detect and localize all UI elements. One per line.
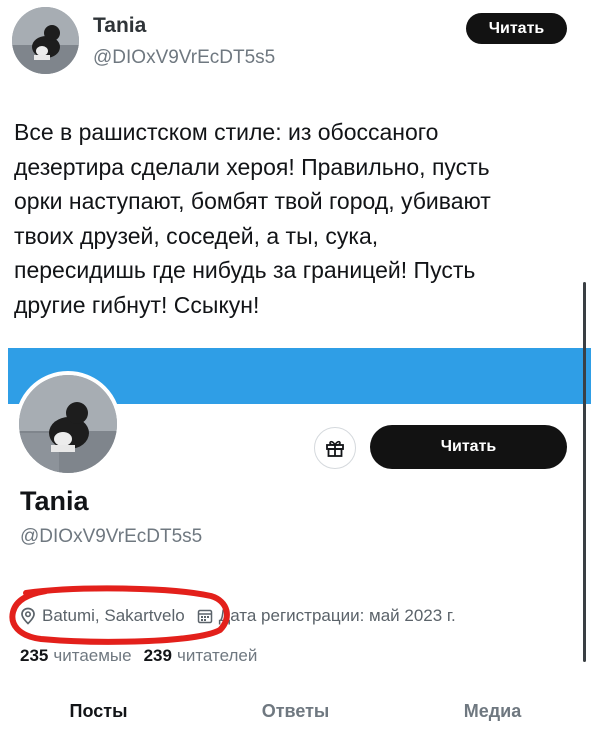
tweet-text: Все в рашистском стиле: из обоссаного де… xyxy=(14,119,491,318)
profile-card: Читать Tania @DIOxV9VrEcDT5s5 Batumi, Sa… xyxy=(0,348,591,735)
tab-replies[interactable]: Ответы xyxy=(197,690,394,732)
scrollbar[interactable] xyxy=(583,282,586,662)
join-date-text: Дата регистрации: май 2023 г. xyxy=(218,606,456,625)
location-text: Batumi, Sakartvelo xyxy=(42,606,185,625)
profile-avatar[interactable] xyxy=(15,371,121,477)
profile-name: Tania xyxy=(20,486,89,516)
tweet-avatar[interactable] xyxy=(12,7,79,74)
following-stat[interactable]: 235 читаемые xyxy=(20,646,132,666)
tab-media[interactable]: Медиа xyxy=(394,690,591,732)
followers-count: 239 xyxy=(143,646,172,665)
profile-meta: Batumi, Sakartvelo Дата регистрации: май… xyxy=(20,604,456,628)
tweet-follow-button[interactable]: Читать xyxy=(466,13,567,44)
followers-label: читателей xyxy=(176,646,258,665)
gift-icon xyxy=(326,440,344,457)
profile-follow-button[interactable]: Читать xyxy=(370,425,567,469)
calendar-icon xyxy=(197,609,212,624)
followers-stat[interactable]: 239 читателей xyxy=(144,646,258,666)
tweet-author-name[interactable]: Tania xyxy=(93,14,146,38)
location-pin-icon xyxy=(21,607,35,625)
profile-join-date: Дата регистрации: май 2023 г. xyxy=(197,606,456,626)
profile-stats: 235 читаемые 239 читателей xyxy=(20,646,257,666)
profile-handle: @DIOxV9VrEcDT5s5 xyxy=(20,526,203,547)
tweet: Tania @DIOxV9VrEcDT5s5 Читать Все в раши… xyxy=(0,0,591,345)
profile-location: Batumi, Sakartvelo xyxy=(20,606,185,626)
avatar-photo xyxy=(19,375,117,473)
profile-tabs: Посты Ответы Медиа xyxy=(0,690,591,732)
following-count: 235 xyxy=(20,646,49,665)
avatar-photo xyxy=(12,7,79,74)
following-label: читаемые xyxy=(53,646,132,665)
tweet-author-handle[interactable]: @DIOxV9VrEcDT5s5 xyxy=(93,47,275,69)
gift-button[interactable] xyxy=(314,427,356,469)
tab-posts[interactable]: Посты xyxy=(0,690,197,732)
